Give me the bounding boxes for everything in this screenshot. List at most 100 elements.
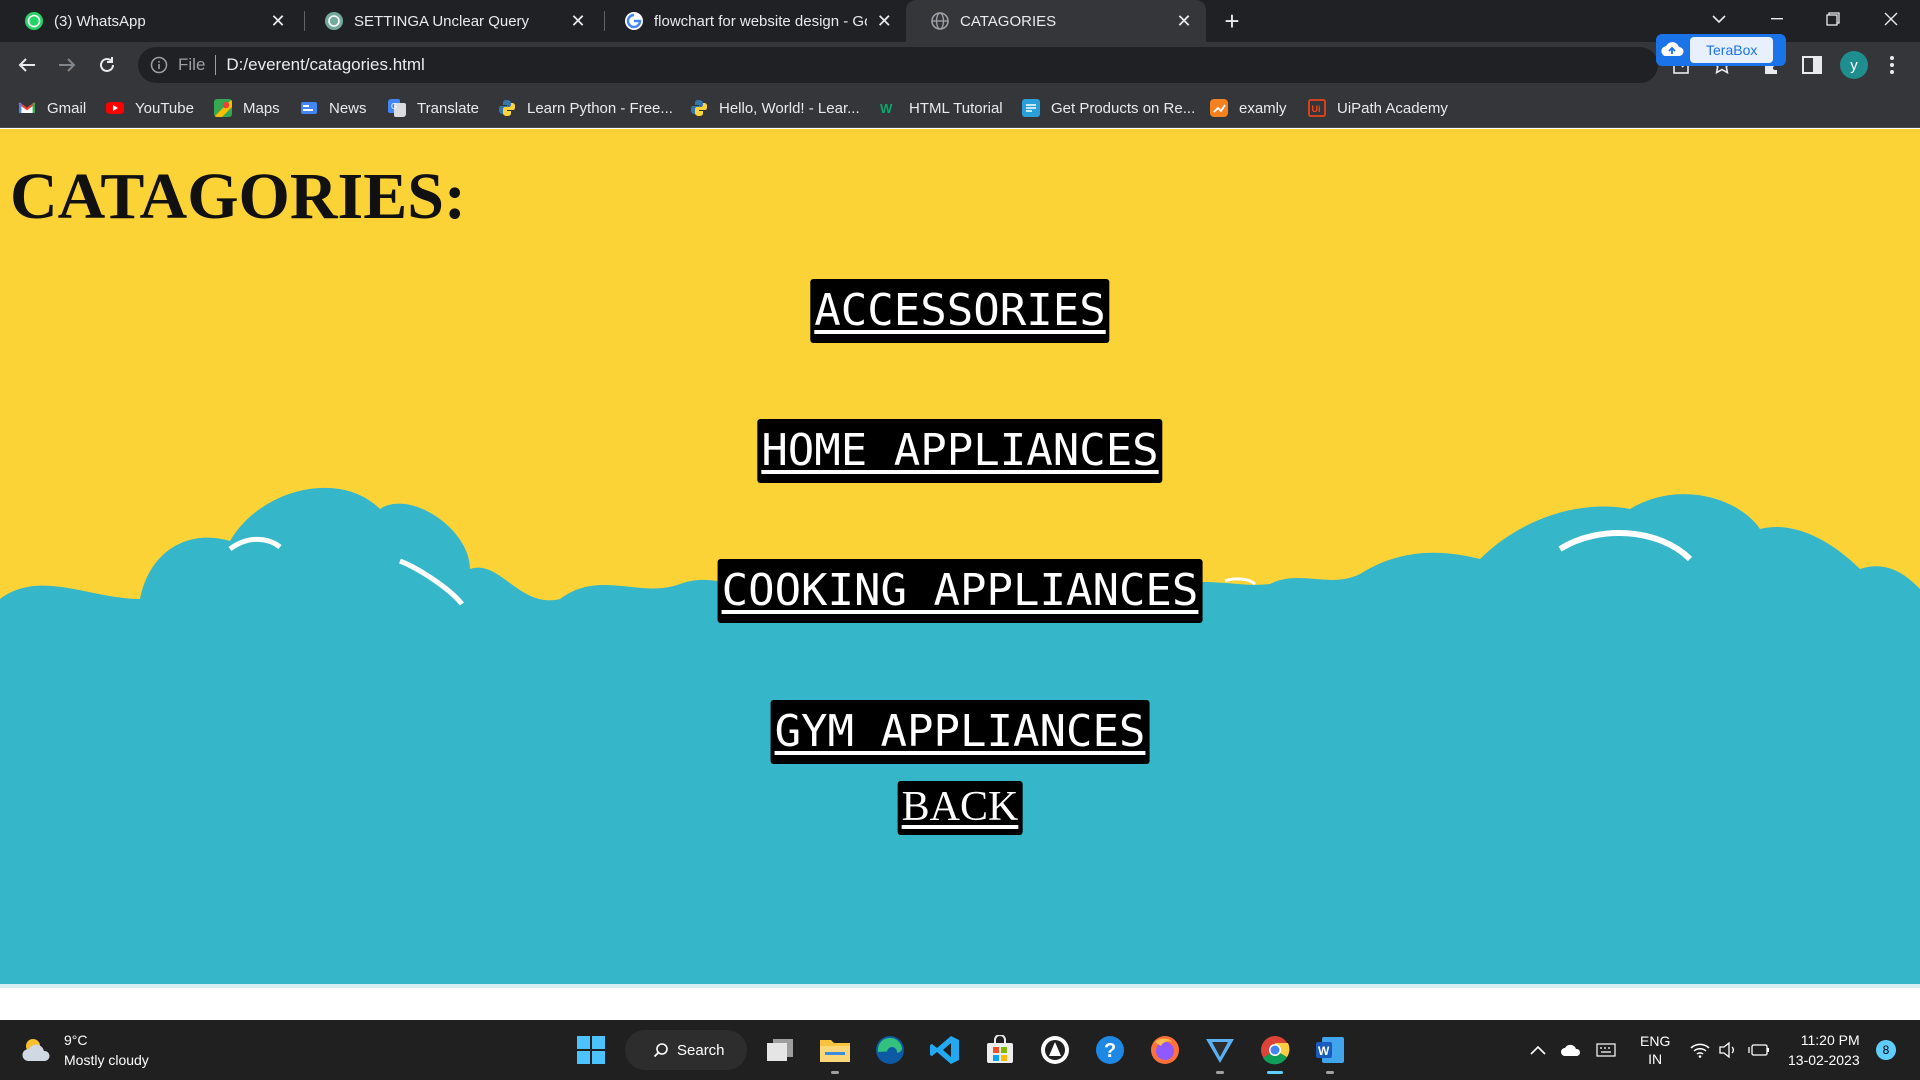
search-label: Search <box>677 1041 725 1059</box>
firefox-icon <box>1151 1036 1179 1064</box>
onedrive-tray-icon[interactable] <box>1560 1020 1582 1080</box>
news-icon <box>301 102 317 114</box>
bookmark-get-products[interactable]: Get Products on Re... <box>1022 88 1195 128</box>
task-view-icon <box>767 1039 793 1061</box>
profile-avatar[interactable]: y <box>1840 51 1868 79</box>
tab-title: flowchart for website design - Go <box>654 12 867 30</box>
arrow-left-icon <box>18 58 35 72</box>
kebab-menu-icon[interactable] <box>1880 53 1904 77</box>
tab-search-chevron-icon[interactable] <box>1692 0 1746 38</box>
windows-logo-icon <box>577 1036 605 1064</box>
forward-nav-button[interactable] <box>52 50 82 80</box>
close-icon[interactable]: ✕ <box>568 11 588 31</box>
category-cooking-appliances-button[interactable]: COOKING APPLIANCES <box>717 559 1203 623</box>
chevron-up-icon <box>1530 1045 1546 1055</box>
tab-settinga[interactable]: SETTINGA Unclear Query ✕ <box>300 0 600 42</box>
clock-date: 13-02-2023 <box>1788 1052 1860 1068</box>
reload-button[interactable] <box>92 50 122 80</box>
tab-whatsapp[interactable]: (3) WhatsApp ✕ <box>0 0 300 42</box>
start-button[interactable] <box>571 1030 611 1070</box>
close-window-button[interactable] <box>1864 0 1918 38</box>
show-hidden-icons-button[interactable] <box>1530 1020 1546 1080</box>
app-button[interactable] <box>1035 1030 1075 1070</box>
system-clock[interactable]: 11:20 PM 13-02-2023 <box>1788 1030 1860 1070</box>
store-icon <box>987 1035 1013 1063</box>
category-gym-appliances-button[interactable]: GYM APPLIANCES <box>770 700 1150 764</box>
svg-text:Ui: Ui <box>1312 104 1321 114</box>
bookmark-hello-world[interactable]: Hello, World! - Lear... <box>690 88 860 128</box>
speaker-icon <box>1719 1042 1734 1058</box>
task-view-button[interactable] <box>760 1030 800 1070</box>
arrow-right-icon <box>59 58 76 72</box>
firefox-button[interactable] <box>1145 1030 1185 1070</box>
wifi-icon <box>1690 1043 1710 1058</box>
minimize-button[interactable] <box>1750 0 1804 38</box>
help-button[interactable]: ? <box>1090 1030 1130 1070</box>
bookmark-youtube[interactable]: YouTube <box>106 88 194 128</box>
back-button[interactable]: BACK <box>897 781 1023 835</box>
close-icon[interactable]: ✕ <box>1174 11 1194 31</box>
address-bar[interactable]: File D:/everent/catagories.html <box>138 47 1658 83</box>
svg-text:G: G <box>391 102 397 111</box>
running-indicator <box>1216 1071 1224 1074</box>
volume-tray-icon[interactable] <box>1718 1020 1738 1080</box>
terabox-label: TeraBox <box>1690 37 1774 63</box>
terabox-cloud-icon <box>1661 42 1684 56</box>
file-explorer-button[interactable] <box>815 1030 855 1074</box>
network-tray-icon[interactable] <box>1690 1020 1710 1080</box>
running-indicator-active <box>1267 1071 1283 1074</box>
running-indicator <box>831 1071 839 1074</box>
terabox-extension-popup[interactable]: TeraBox <box>1656 34 1786 66</box>
category-accessories-button[interactable]: ACCESSORIES <box>810 279 1110 343</box>
bookmark-translate[interactable]: G Translate <box>388 88 479 128</box>
weather-widget[interactable]: 9°C Mostly cloudy <box>20 1030 149 1070</box>
browser-toolbar: File D:/everent/catagories.html y <box>0 42 1920 88</box>
vpn-app-button[interactable] <box>1200 1030 1240 1074</box>
back-nav-button[interactable] <box>12 50 42 80</box>
examly-icon <box>1210 99 1228 117</box>
bookmark-gmail[interactable]: Gmail <box>18 88 86 128</box>
taskbar-search[interactable]: Search <box>625 1030 747 1070</box>
bookmark-uipath-academy[interactable]: Ui UiPath Academy <box>1308 88 1448 128</box>
bookmark-label: examly <box>1239 99 1287 117</box>
close-icon[interactable]: ✕ <box>875 11 894 31</box>
store-button[interactable] <box>980 1030 1020 1070</box>
bookmark-maps[interactable]: Maps <box>214 88 280 128</box>
svg-text:W: W <box>1318 1044 1330 1058</box>
language-indicator[interactable]: ENG IN <box>1640 1020 1670 1080</box>
keyboard-tray-icon[interactable] <box>1596 1020 1616 1080</box>
weather-desc: Mostly cloudy <box>64 1052 149 1068</box>
chrome-button[interactable] <box>1255 1030 1295 1074</box>
bookmark-label: Gmail <box>47 99 87 117</box>
notification-badge[interactable]: 8 <box>1876 1040 1896 1060</box>
side-panel-icon[interactable] <box>1800 53 1824 77</box>
tab-flowchart[interactable]: flowchart for website design - Go ✕ <box>600 0 906 42</box>
clock-time: 11:20 PM <box>1800 1032 1860 1048</box>
windows-taskbar: 9°C Mostly cloudy Search ? W ENG IN 11:2… <box>0 1020 1920 1080</box>
svg-text:W: W <box>880 101 893 116</box>
edge-button[interactable] <box>870 1030 910 1070</box>
bookmark-html-tutorial[interactable]: W HTML Tutorial <box>880 88 1003 128</box>
url-scheme: File <box>178 55 206 74</box>
word-button[interactable]: W <box>1310 1030 1350 1074</box>
category-home-appliances-button[interactable]: HOME APPLIANCES <box>757 419 1163 483</box>
close-icon[interactable]: ✕ <box>268 11 288 31</box>
bookmark-learn-python[interactable]: Learn Python - Free... <box>498 88 673 128</box>
reload-icon <box>100 57 114 72</box>
battery-tray-icon[interactable] <box>1748 1020 1770 1080</box>
tab-catagories[interactable]: CATAGORIES ✕ <box>906 0 1206 42</box>
translate-icon: G <box>388 99 406 117</box>
w3schools-icon: W <box>880 101 893 116</box>
vscode-button[interactable] <box>925 1030 965 1070</box>
bookmark-label: Hello, World! - Lear... <box>719 99 860 117</box>
info-icon[interactable] <box>150 56 168 74</box>
vscode-icon <box>930 1036 959 1064</box>
bookmark-examly[interactable]: examly <box>1210 88 1287 128</box>
bookmark-label: UiPath Academy <box>1337 99 1448 117</box>
url-text[interactable]: D:/everent/catagories.html <box>226 55 424 75</box>
page-viewport: CATAGORIES: ACCESSORIES HOME APPLIANCES … <box>0 129 1920 1019</box>
new-tab-button[interactable]: + <box>1218 7 1246 35</box>
python-icon <box>499 100 515 116</box>
bookmark-news[interactable]: News <box>300 88 367 128</box>
restore-button[interactable] <box>1806 0 1860 38</box>
